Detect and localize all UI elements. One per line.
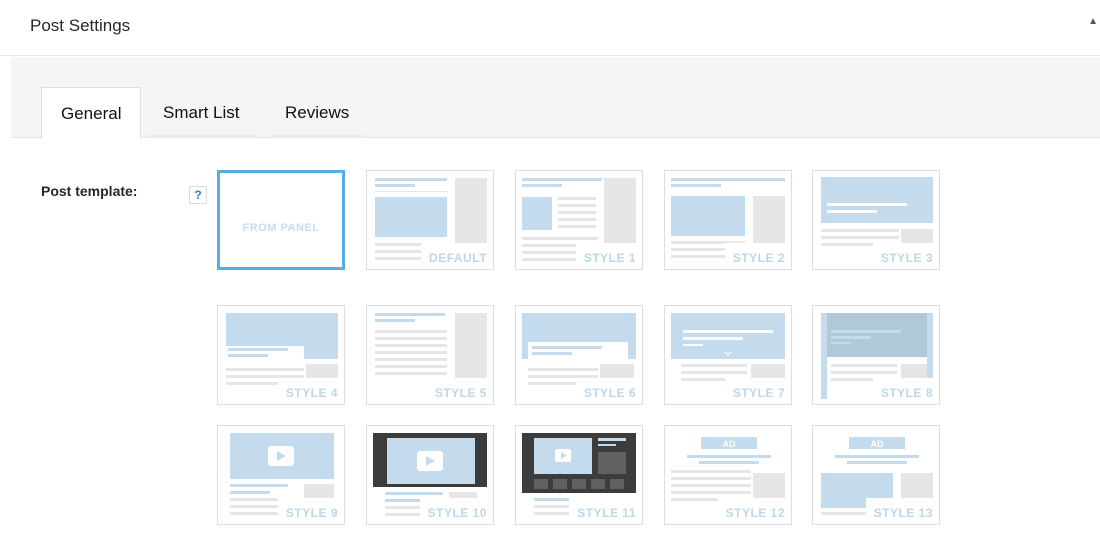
template-label: STYLE 1 [575,243,642,269]
triangle-up-icon[interactable]: ▲ [1088,16,1098,27]
template-label: STYLE 4 [277,378,344,404]
template-label: FROM PANEL [242,222,320,234]
template-style-6[interactable]: STYLE 6 [515,305,643,405]
post-template-label: Post template: [41,183,138,199]
tab-smart-list[interactable]: Smart List [144,87,259,138]
template-label: STYLE 10 [419,498,493,524]
template-style-2[interactable]: STYLE 2 [664,170,792,270]
template-label: STYLE 7 [724,378,791,404]
template-style-3[interactable]: STYLE 3 [812,170,940,270]
template-style-4[interactable]: STYLE 4 [217,305,345,405]
template-from-panel[interactable]: FROM PANEL [217,170,345,270]
tab-reviews[interactable]: Reviews [266,87,368,138]
ad-badge: AD [871,439,884,449]
template-style-1[interactable]: STYLE 1 [515,170,643,270]
template-style-12[interactable]: AD STYLE 12 [664,425,792,525]
tab-general[interactable]: General [41,87,142,139]
panel-title: Post Settings [30,16,131,35]
template-style-13[interactable]: AD STYLE 13 [812,425,940,525]
template-style-7[interactable]: STYLE 7 [664,305,792,405]
template-style-11[interactable]: STYLE 11 [515,425,643,525]
post-settings-header: Post Settings ▲ [0,0,1100,56]
tabs-bar: General Smart List Reviews [11,57,1100,139]
template-label: STYLE 13 [865,498,939,524]
template-label: DEFAULT [421,243,493,269]
template-label: STYLE 9 [277,498,344,524]
template-label: STYLE 8 [872,378,939,404]
template-style-5[interactable]: STYLE 5 [366,305,494,405]
template-label: STYLE 2 [724,243,791,269]
template-label: STYLE 5 [426,378,493,404]
template-label: STYLE 6 [575,378,642,404]
template-label: STYLE 12 [717,498,791,524]
help-button[interactable]: ? [189,186,207,204]
template-style-10[interactable]: STYLE 10 [366,425,494,525]
template-style-9[interactable]: STYLE 9 [217,425,345,525]
template-label: STYLE 11 [569,498,642,524]
template-style-8[interactable]: STYLE 8 [812,305,940,405]
template-default[interactable]: DEFAULT [366,170,494,270]
template-label: STYLE 3 [872,243,939,269]
ad-badge: AD [723,439,736,449]
